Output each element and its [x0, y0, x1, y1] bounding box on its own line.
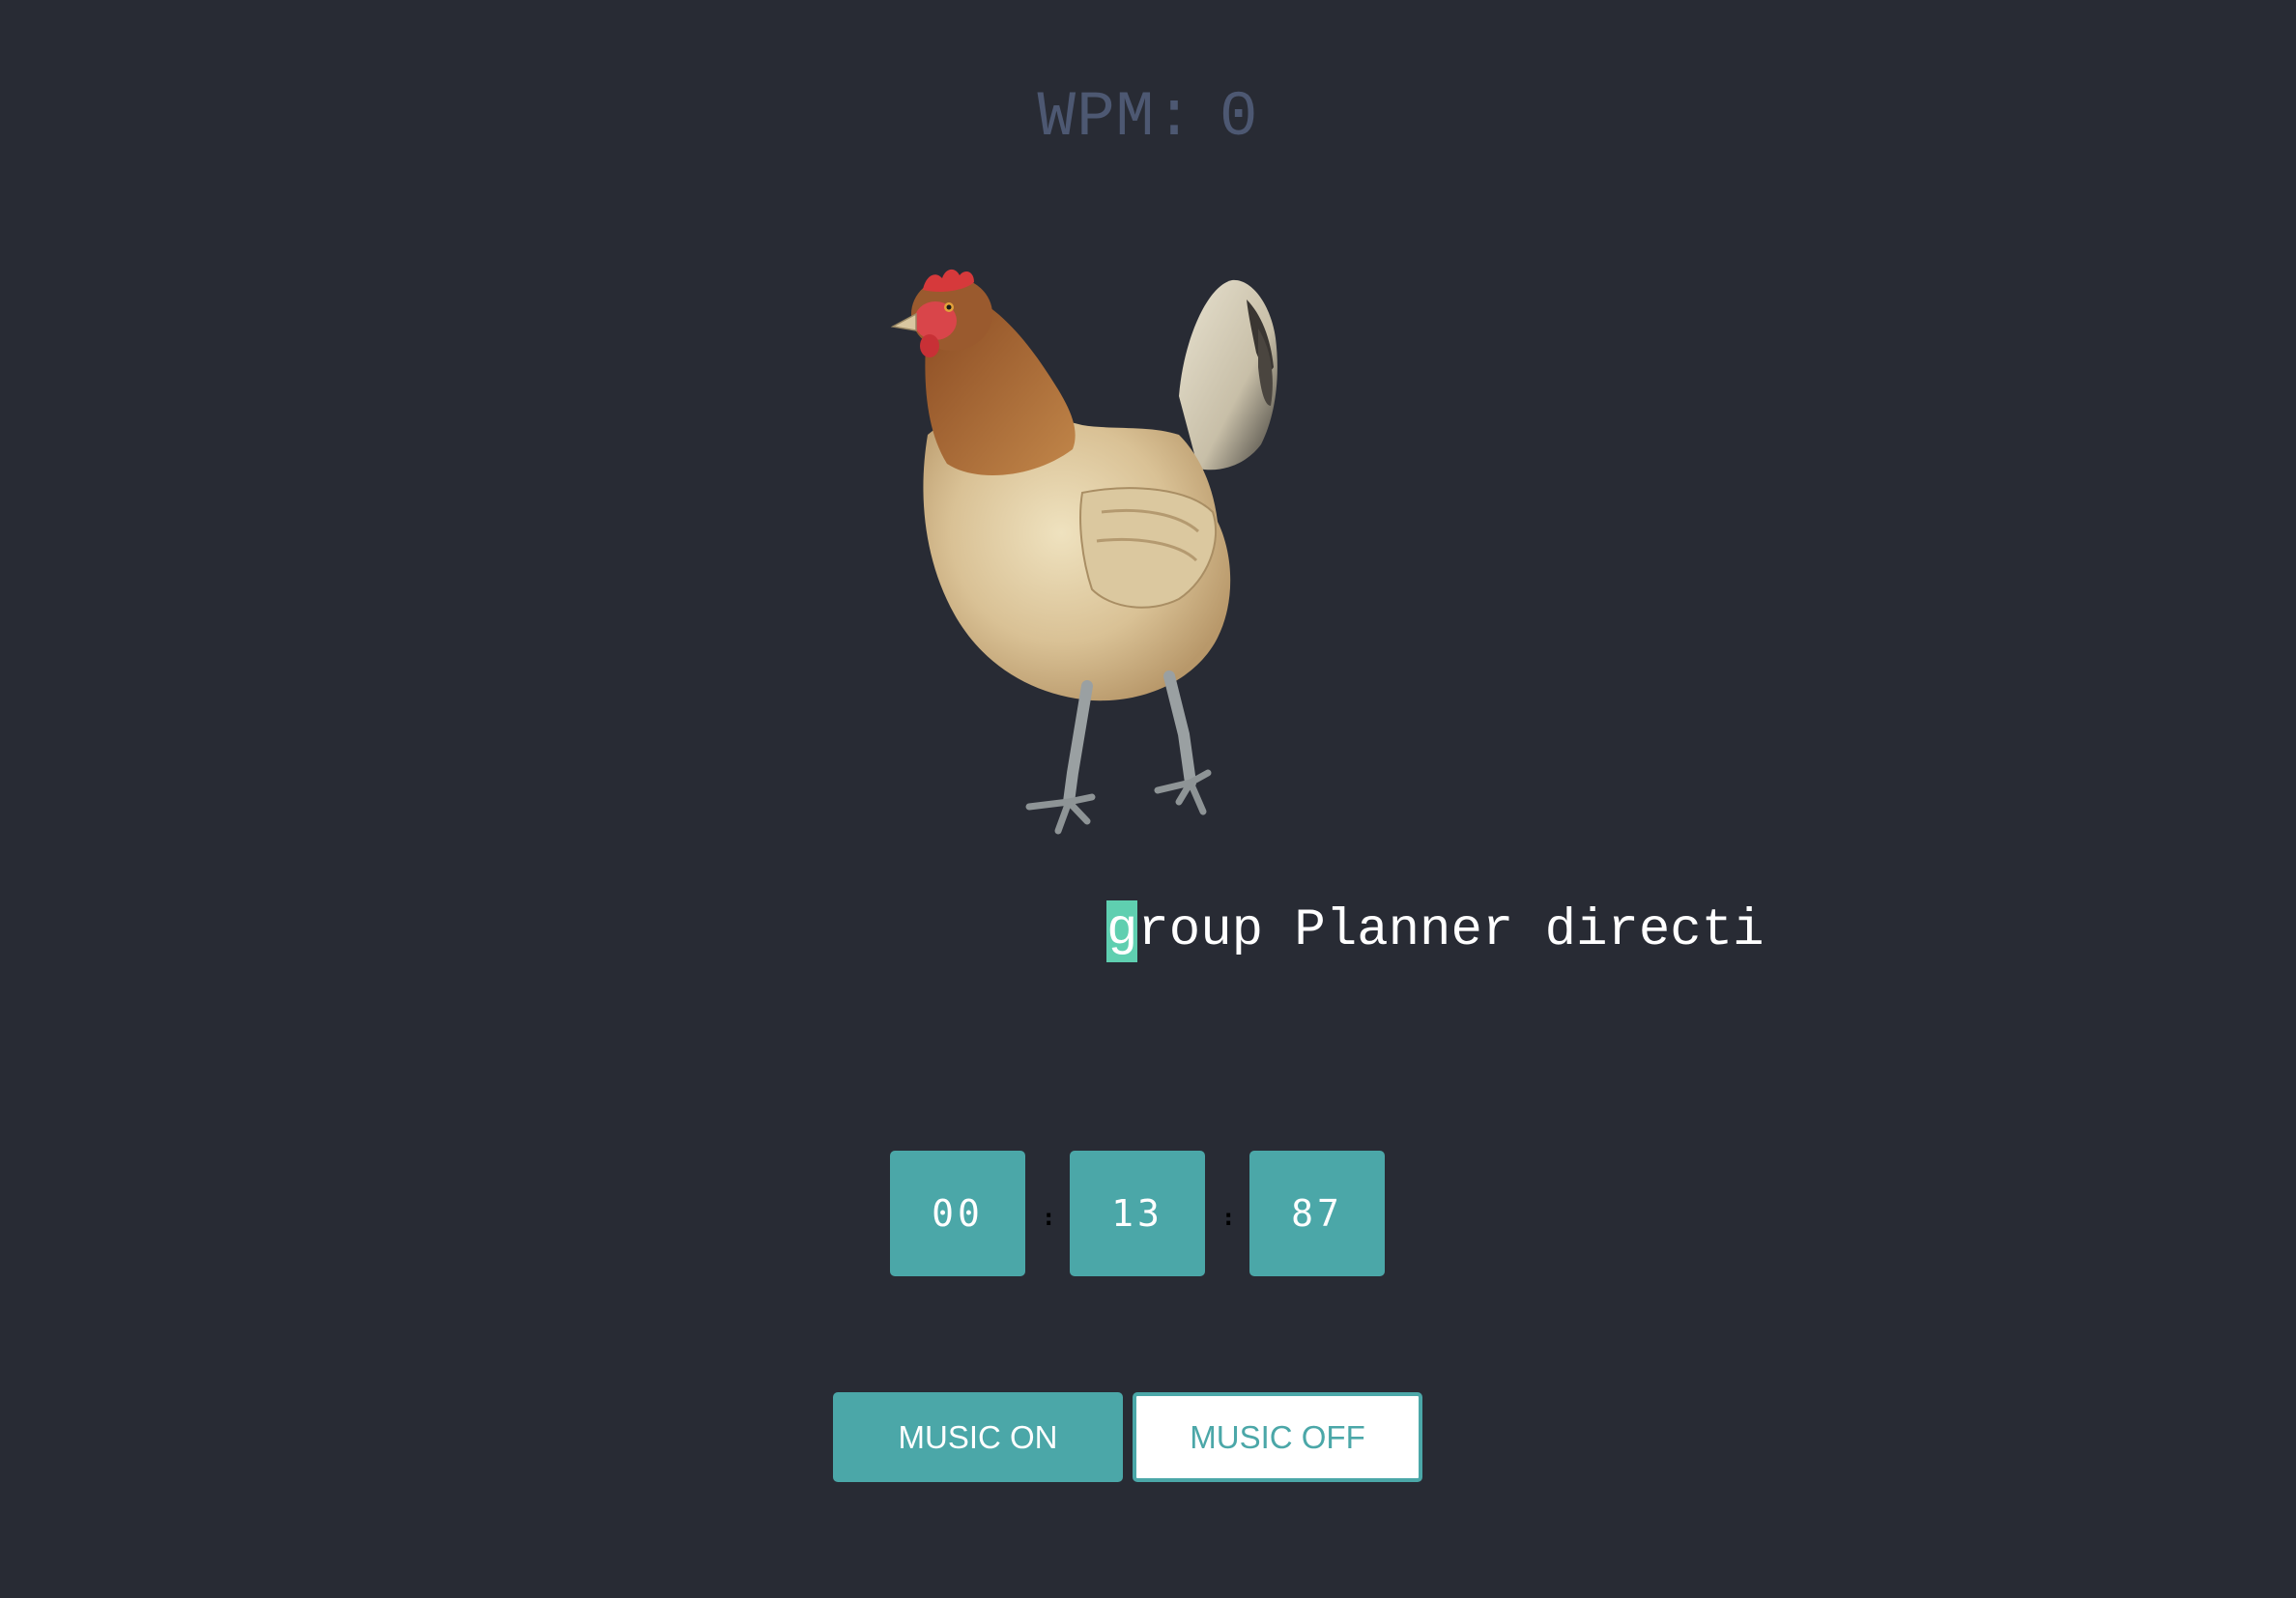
music-off-button[interactable]: MUSIC OFF — [1133, 1392, 1422, 1482]
remaining-text: roup Planner directi — [1137, 901, 1765, 960]
timer-separator: : — [1221, 1204, 1236, 1231]
music-on-button[interactable]: MUSIC ON — [833, 1392, 1123, 1482]
chicken-image — [890, 269, 1277, 835]
typing-prompt: group Planner directi — [1106, 900, 1765, 962]
wpm-display: WPM: 0 — [0, 79, 2296, 157]
wpm-label: WPM: — [1037, 81, 1194, 154]
timer-separator: : — [1042, 1204, 1056, 1231]
timer-centiseconds: 87 — [1249, 1151, 1385, 1276]
wpm-value: 0 — [1219, 81, 1259, 154]
timer-minutes: 00 — [890, 1151, 1025, 1276]
timer-seconds: 13 — [1070, 1151, 1205, 1276]
current-char: g — [1106, 900, 1138, 962]
